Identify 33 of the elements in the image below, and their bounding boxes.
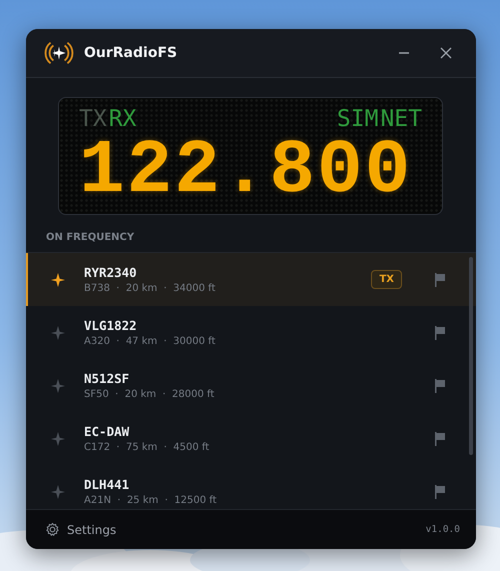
flag-icon[interactable] (434, 432, 446, 446)
indicator-label: NET (380, 108, 422, 131)
station-row[interactable]: RYR2340 B738 · 20 km · 34000 ft TX (26, 253, 476, 306)
section-heading: ON FREQUENCY (46, 232, 136, 243)
indicator-label: SIM (336, 108, 378, 131)
indicator-label: RX (108, 108, 136, 131)
version-label: v1.0.0 (426, 524, 460, 535)
tx-badge: TX (371, 270, 402, 289)
callsign: EC-DAW (84, 424, 130, 439)
flight-details: SF50 · 20 km · 28000 ft (84, 389, 216, 400)
callsign: DLH441 (84, 477, 130, 492)
callsign: RYR2340 (84, 265, 138, 280)
settings-button[interactable]: Settings (45, 522, 116, 537)
station-row[interactable]: DLH441 A21N · 25 km · 12500 ft (26, 465, 476, 509)
flight-details: C172 · 75 km · 4500 ft (84, 442, 210, 453)
flight-details: B738 · 20 km · 34000 ft (84, 283, 216, 294)
flight-details: A21N · 25 km · 12500 ft (84, 495, 218, 506)
window-title: OurRadioFS (84, 45, 178, 61)
callsign: N512SF (84, 371, 130, 386)
settings-icon (45, 522, 60, 537)
callsign: VLG1822 (84, 318, 138, 333)
station-row[interactable]: VLG1822 A320 · 47 km · 30000 ft (26, 306, 476, 359)
flight-details: A320 · 47 km · 30000 ft (84, 336, 216, 347)
flag-icon[interactable] (434, 326, 446, 340)
scrollbar-thumb[interactable] (469, 257, 473, 455)
flag-icon[interactable] (434, 378, 446, 392)
station-row[interactable]: N512SF SF50 · 20 km · 28000 ft (26, 359, 476, 412)
flag-icon[interactable] (434, 484, 446, 498)
close-icon (440, 47, 452, 59)
flag-icon[interactable] (434, 272, 446, 286)
indicator-label: TX (79, 108, 107, 131)
station-row[interactable]: EC-DAW C172 · 75 km · 4500 ft (26, 412, 476, 465)
frequency-readout: 122.800 (79, 133, 414, 209)
